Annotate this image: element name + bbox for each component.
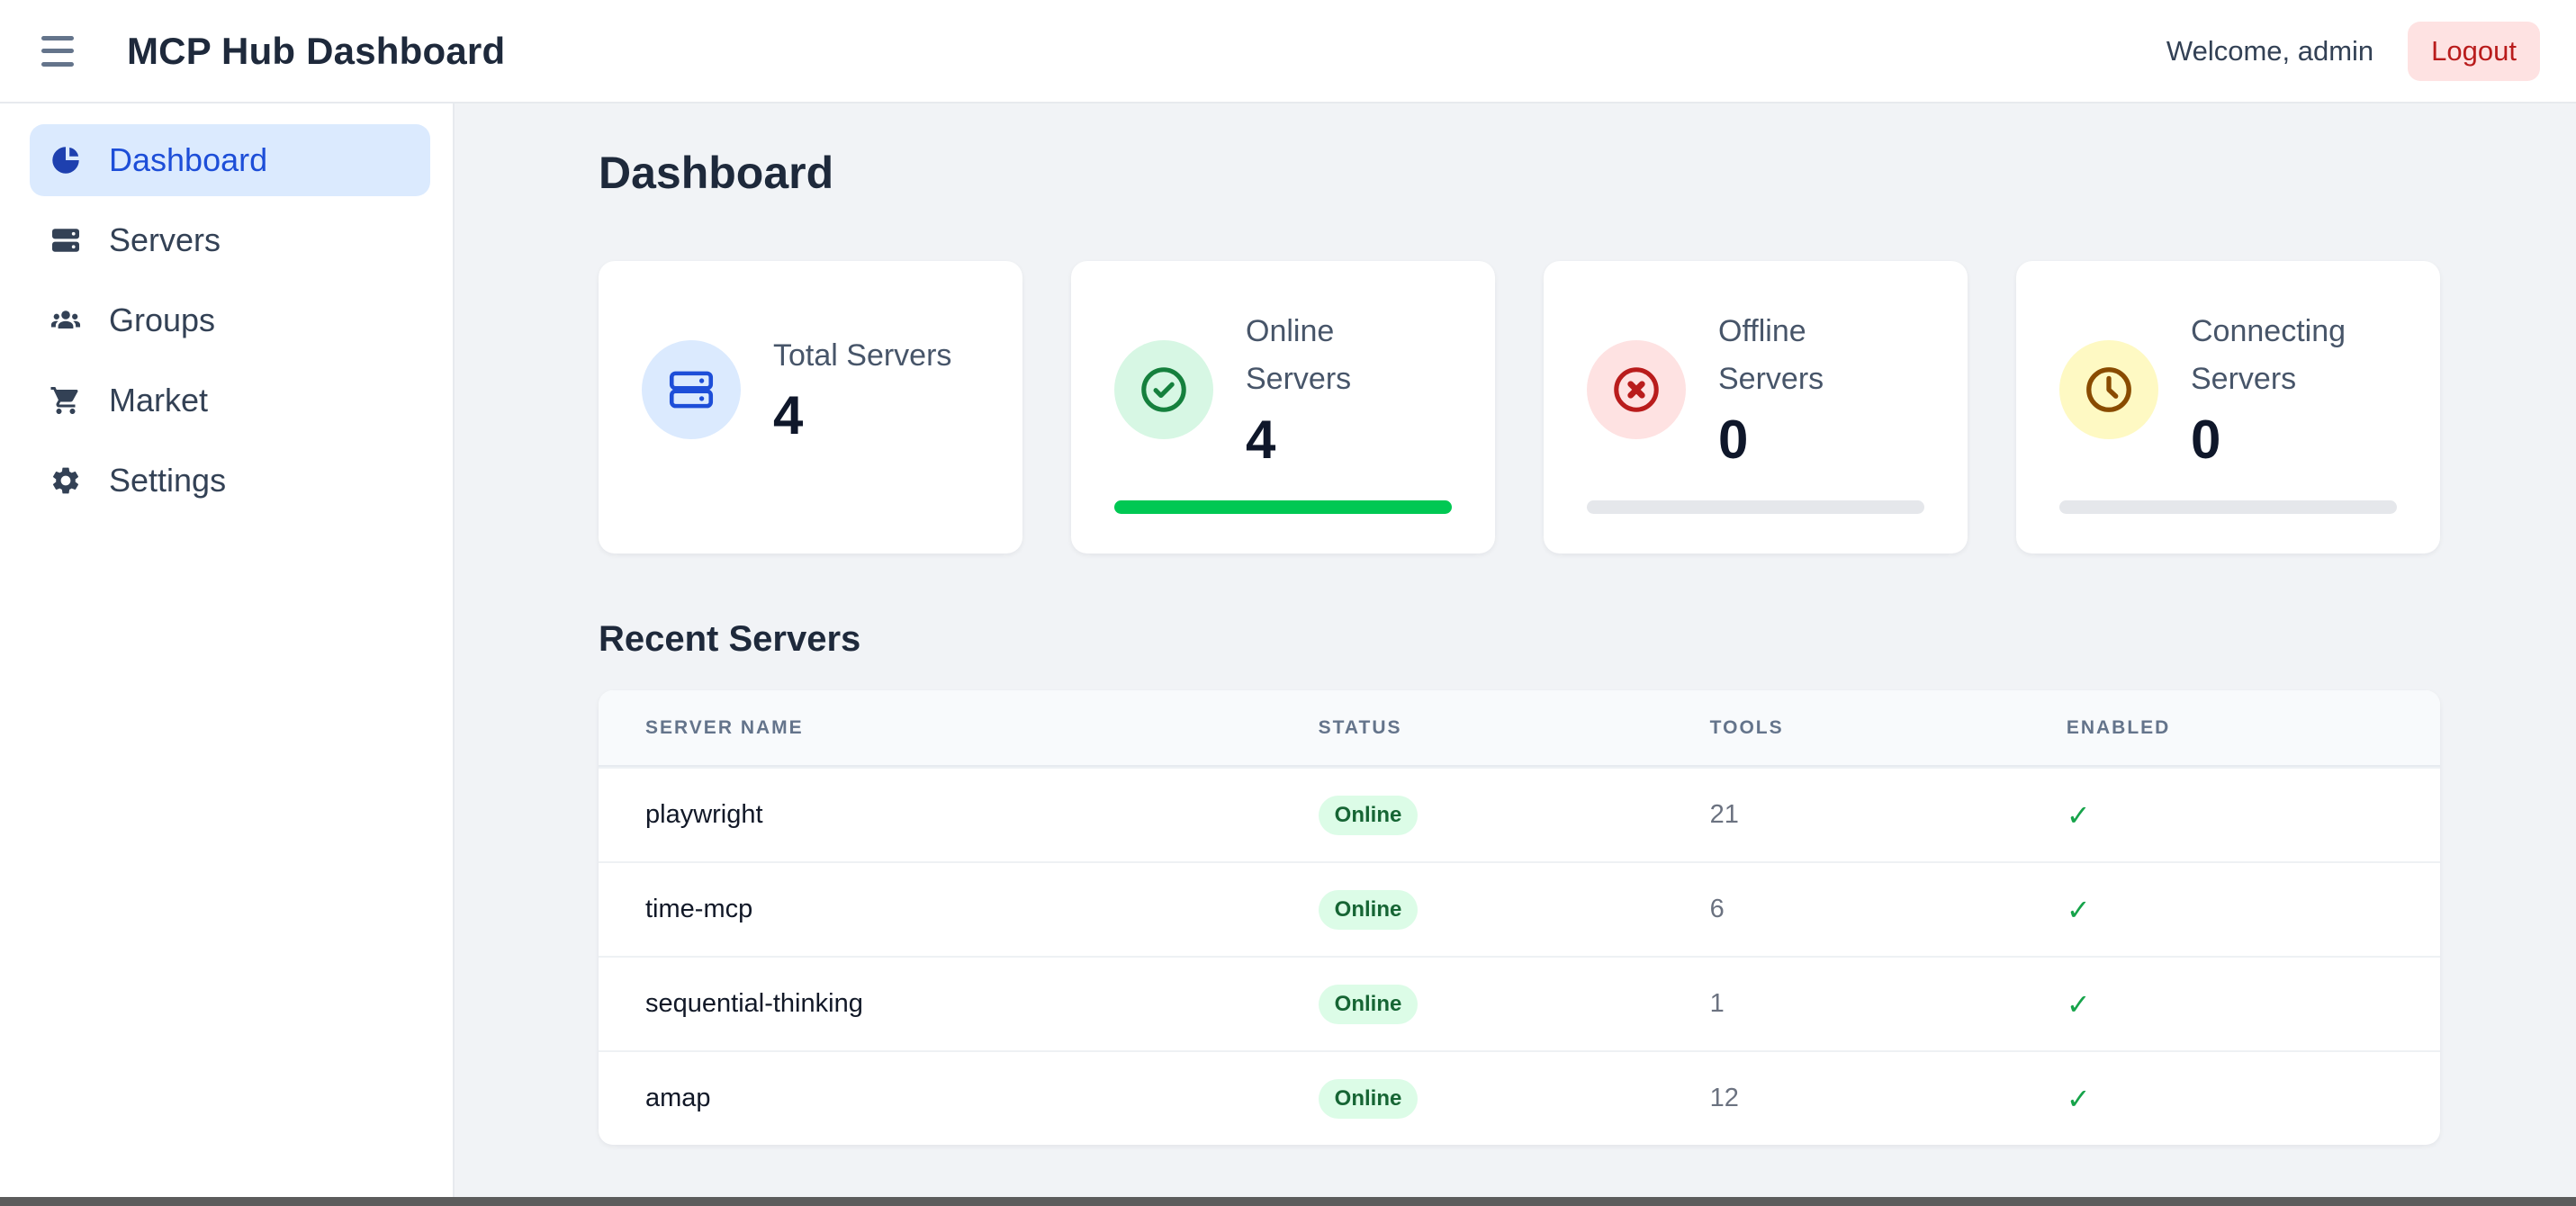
stat-label: Total Servers [773, 332, 951, 380]
stat-value: 4 [773, 384, 951, 446]
top-header: MCP Hub Dashboard Welcome, admin Logout [0, 0, 2576, 104]
check-circle-icon [1114, 340, 1213, 439]
users-icon [50, 304, 82, 337]
enabled-check-icon: ✓ [2067, 1082, 2393, 1116]
stat-value: 0 [1718, 409, 1912, 471]
status-badge: Online [1319, 985, 1419, 1024]
tools-count: 21 [1710, 800, 2067, 830]
server-name: playwright [645, 800, 1319, 830]
server-icon [50, 224, 82, 256]
status-badge: Online [1319, 1079, 1419, 1119]
app-title: MCP Hub Dashboard [127, 30, 505, 73]
sidebar-item-label: Servers [109, 221, 221, 259]
column-header-status: STATUS [1319, 717, 1710, 739]
main-content: Dashboard Total Serv [455, 104, 2576, 1197]
sidebar-item-dashboard[interactable]: Dashboard [30, 124, 430, 196]
server-name: time-mcp [645, 895, 1319, 924]
table-row: amap Online 12 ✓ [599, 1050, 2440, 1145]
table-row: time-mcp Online 6 ✓ [599, 861, 2440, 956]
tools-count: 1 [1710, 989, 2067, 1019]
sidebar-item-settings[interactable]: Settings [30, 445, 430, 517]
enabled-check-icon: ✓ [2067, 798, 2393, 832]
gear-icon [50, 464, 82, 497]
stats-row: Total Servers 4 [599, 261, 2440, 554]
column-header-enabled: ENABLED [2067, 717, 2393, 739]
sidebar-item-label: Market [109, 382, 208, 419]
sidebar: Dashboard Servers [0, 104, 455, 1197]
stat-label: Offline Servers [1718, 308, 1912, 402]
tools-count: 12 [1710, 1084, 2067, 1113]
enabled-check-icon: ✓ [2067, 987, 2393, 1022]
recent-servers-table: SERVER NAME STATUS TOOLS ENABLED playwri… [599, 690, 2440, 1145]
tools-count: 6 [1710, 895, 2067, 924]
stat-value: 4 [1246, 409, 1439, 471]
sidebar-item-market[interactable]: Market [30, 364, 430, 436]
server-name: amap [645, 1084, 1319, 1113]
x-circle-icon [1587, 340, 1686, 439]
table-row: playwright Online 21 ✓ [599, 767, 2440, 861]
menu-icon[interactable] [41, 36, 77, 67]
server-name: sequential-thinking [645, 989, 1319, 1019]
stat-card-offline-servers: Offline Servers 0 [1544, 261, 1968, 554]
stat-label: Connecting Servers [2191, 308, 2384, 402]
enabled-check-icon: ✓ [2067, 893, 2393, 927]
welcome-text: Welcome, admin [2166, 35, 2373, 68]
sidebar-item-groups[interactable]: Groups [30, 284, 430, 356]
offline-progress-bar [1587, 500, 1924, 514]
column-header-server-name: SERVER NAME [645, 717, 1319, 739]
online-progress-bar [1114, 500, 1452, 514]
stat-label: Online Servers [1246, 308, 1439, 402]
table-header-row: SERVER NAME STATUS TOOLS ENABLED [599, 690, 2440, 767]
sidebar-item-label: Settings [109, 462, 226, 500]
server-icon [642, 340, 741, 439]
window-bottom-edge [0, 1197, 2576, 1206]
sidebar-item-label: Groups [109, 302, 215, 339]
cart-icon [50, 384, 82, 417]
sidebar-item-servers[interactable]: Servers [30, 204, 430, 276]
stat-card-online-servers: Online Servers 4 [1071, 261, 1495, 554]
app-window: MCP Hub Dashboard Welcome, admin Logout … [0, 0, 2576, 1197]
pie-chart-icon [50, 144, 82, 176]
stat-card-total-servers: Total Servers 4 [599, 261, 1022, 554]
clock-icon [2059, 340, 2158, 439]
status-badge: Online [1319, 796, 1419, 835]
logout-button[interactable]: Logout [2408, 22, 2540, 81]
recent-servers-heading: Recent Servers [599, 619, 2440, 660]
table-row: sequential-thinking Online 1 ✓ [599, 956, 2440, 1050]
sidebar-item-label: Dashboard [109, 141, 267, 179]
stat-value: 0 [2191, 409, 2384, 471]
stat-card-connecting-servers: Connecting Servers 0 [2016, 261, 2440, 554]
page-title: Dashboard [599, 147, 2440, 199]
connecting-progress-bar [2059, 500, 2397, 514]
status-badge: Online [1319, 890, 1419, 930]
column-header-tools: TOOLS [1710, 717, 2067, 739]
